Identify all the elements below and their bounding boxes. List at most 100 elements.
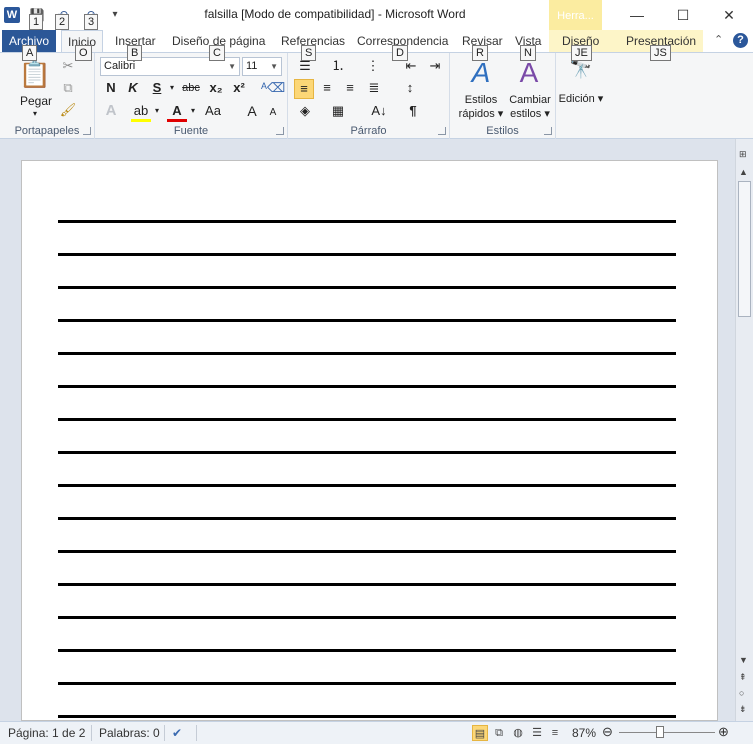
keytip-diseno-pagina: C	[209, 45, 225, 61]
clipboard-launcher-icon[interactable]	[83, 127, 91, 135]
zoom-in-icon[interactable]: ⊕	[718, 724, 729, 740]
customize-qat-icon[interactable]: ▾	[107, 7, 123, 23]
group-label-portapapeles: Portapapeles	[14, 125, 80, 137]
text-effects-button[interactable]: A	[101, 102, 121, 122]
minimize-button[interactable]: —	[614, 0, 660, 30]
zoom-slider-track[interactable]	[619, 732, 715, 733]
change-styles-icon[interactable]: A	[512, 57, 546, 91]
status-divider	[164, 725, 165, 741]
line-spacing-icon[interactable]: ↕	[400, 79, 420, 99]
keytip-inicio: O	[75, 45, 92, 61]
page-counter[interactable]: Página: 1 de 2	[8, 726, 85, 740]
shrink-font-button[interactable]: A	[263, 104, 283, 124]
web-layout-icon[interactable]: ◍	[510, 725, 526, 741]
scroll-down-icon[interactable]: ▼	[739, 655, 748, 665]
minimize-ribbon-icon[interactable]: ⌃	[714, 33, 723, 46]
change-styles-label-2[interactable]: estilos ▾	[505, 107, 555, 120]
browse-object-icon[interactable]: ○	[739, 688, 744, 698]
vertical-scrollbar[interactable]: ⊞ ▲ ▼ ⇞ ○ ⇟	[735, 139, 753, 721]
window-title: falsilla [Modo de compatibilidad] - Micr…	[204, 7, 466, 21]
multilevel-list-icon[interactable]: ⋮	[363, 57, 383, 77]
align-left-button[interactable]: ≡	[294, 79, 314, 99]
full-screen-reading-icon[interactable]: ⧉	[491, 725, 507, 741]
subscript-button[interactable]: x₂	[206, 79, 226, 99]
binoculars-icon[interactable]: 🔭	[566, 59, 596, 87]
sort-icon[interactable]: A↓	[369, 102, 389, 122]
align-right-icon[interactable]: ≡	[340, 79, 360, 99]
keytip-correspondencia: D	[392, 45, 408, 61]
scroll-thumb[interactable]	[738, 181, 751, 317]
ruled-line	[58, 583, 676, 586]
help-icon[interactable]: ?	[733, 33, 748, 48]
format-painter-icon[interactable]: 🖌	[58, 101, 78, 121]
paste-dropdown-icon[interactable]: ▾	[30, 109, 40, 118]
maximize-button[interactable]: ☐	[660, 0, 706, 30]
ribbon-tabs: Archivo Inicio Insertar Diseño de página…	[0, 30, 753, 52]
increase-indent-icon[interactable]: ⇥	[425, 57, 445, 77]
ribbon: 📋 Pegar ▾ ✂ ⧉ 🖌 Portapapeles Calibri ▼ 11…	[0, 52, 753, 139]
align-center-icon[interactable]: ≡	[317, 79, 337, 99]
ruled-line	[58, 682, 676, 685]
copy-icon[interactable]: ⧉	[58, 79, 78, 99]
change-styles-label-1[interactable]: Cambiar	[505, 94, 555, 106]
highlight-dropdown-icon[interactable]: ▾	[147, 102, 167, 122]
change-case-button[interactable]: Aa	[201, 102, 225, 122]
zoom-slider-thumb[interactable]	[656, 726, 664, 738]
keytip-diseno: JE	[571, 45, 592, 61]
ruled-line	[58, 616, 676, 619]
font-color-dropdown-icon[interactable]: ▾	[183, 102, 203, 122]
keytip-referencias: S	[301, 45, 317, 61]
paste-button-label[interactable]: Pegar	[14, 94, 58, 108]
proofing-icon[interactable]: ✔	[172, 726, 182, 740]
close-button[interactable]: ✕	[706, 0, 752, 30]
zoom-level[interactable]: 87%	[572, 726, 596, 740]
zoom-out-icon[interactable]: ⊖	[602, 724, 613, 740]
word-app-icon[interactable]: W	[4, 7, 20, 23]
ruler-toggle-icon[interactable]: ⊞	[739, 149, 747, 160]
status-divider	[196, 725, 197, 741]
chevron-down-icon: ▼	[270, 62, 278, 71]
italic-button[interactable]: K	[123, 79, 143, 99]
underline-dropdown-icon[interactable]: ▾	[162, 79, 182, 99]
shading-icon[interactable]: ◈	[295, 102, 315, 122]
draft-view-icon[interactable]: ≡	[547, 725, 563, 741]
font-launcher-icon[interactable]	[276, 127, 284, 135]
grow-font-button[interactable]: A	[242, 102, 262, 122]
bold-button[interactable]: N	[101, 79, 121, 99]
quick-styles-label-2[interactable]: rápidos ▾	[454, 107, 508, 120]
previous-page-icon[interactable]: ⇞	[739, 672, 747, 683]
next-page-icon[interactable]: ⇟	[739, 704, 747, 715]
scroll-up-icon[interactable]: ▲	[739, 167, 748, 177]
ruled-line	[58, 385, 676, 388]
font-size-combo[interactable]: 11 ▼	[242, 57, 282, 76]
paste-icon[interactable]: 📋	[18, 59, 52, 93]
group-label-parrafo: Párrafo	[350, 125, 387, 137]
superscript-button[interactable]: x²	[229, 79, 249, 99]
paragraph-launcher-icon[interactable]	[438, 127, 446, 135]
document-page[interactable]	[21, 160, 718, 721]
borders-icon[interactable]: ▦	[328, 102, 348, 122]
group-portapapeles: 📋 Pegar ▾ ✂ ⧉ 🖌 Portapapeles	[0, 53, 95, 139]
ruled-line	[58, 517, 676, 520]
ruled-line	[58, 715, 676, 718]
status-bar: Página: 1 de 2 Palabras: 0 ✔ ▤ ⧉ ◍ ☰ ≡ 8…	[0, 721, 753, 744]
justify-icon[interactable]: ≣	[364, 79, 384, 99]
keytip-vista: N	[520, 45, 536, 61]
strikethrough-button[interactable]: abc	[181, 79, 201, 99]
quick-styles-icon[interactable]: A	[464, 57, 498, 91]
group-estilos: A Estilos rápidos ▾ A Cambiar estilos ▾ …	[450, 53, 556, 139]
group-parrafo: ☰ ⒈ ⋮ ⇤ ⇥ ≡ ≡ ≡ ≣ ↕ ◈ ▦ A↓ ¶ Párrafo	[288, 53, 450, 139]
ruled-line	[58, 484, 676, 487]
word-count[interactable]: Palabras: 0	[99, 726, 160, 740]
print-layout-view-button[interactable]: ▤	[472, 725, 488, 741]
numbering-icon[interactable]: ⒈	[328, 57, 348, 77]
status-divider	[91, 725, 92, 741]
ruled-line	[58, 220, 676, 223]
outline-view-icon[interactable]: ☰	[529, 725, 545, 741]
editing-button-label[interactable]: Edición ▾	[556, 92, 606, 105]
styles-launcher-icon[interactable]	[544, 127, 552, 135]
show-marks-button[interactable]: ¶	[403, 102, 423, 122]
clear-formatting-icon[interactable]: ᴬ⌫	[261, 79, 285, 99]
quick-styles-label-1[interactable]: Estilos	[454, 94, 508, 106]
group-label-fuente: Fuente	[173, 125, 209, 137]
